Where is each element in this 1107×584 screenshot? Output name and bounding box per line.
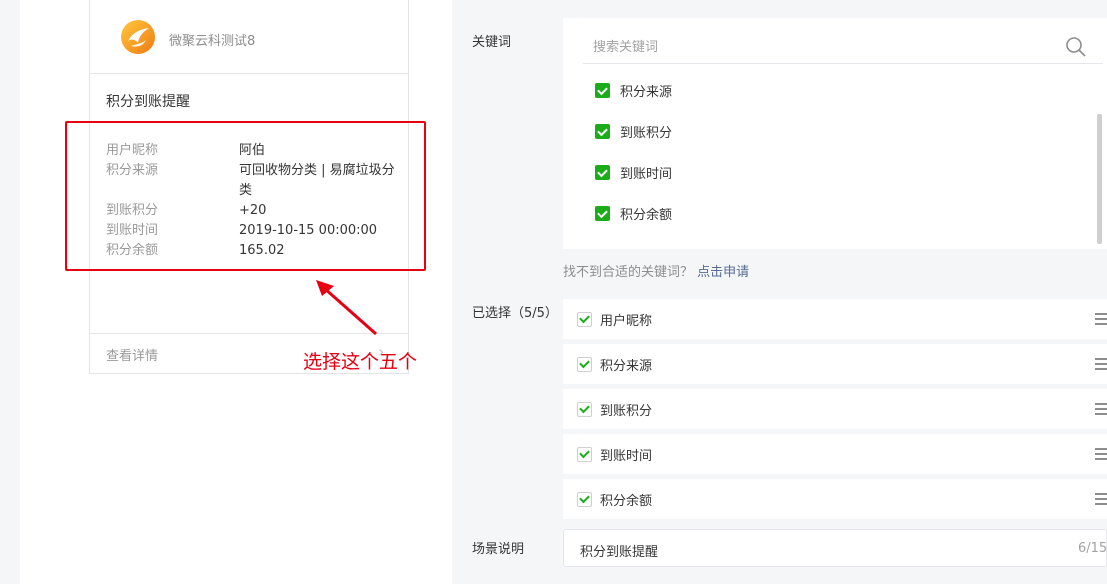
selected-item[interactable]: 积分来源	[563, 344, 1107, 384]
panel-pointer	[441, 26, 451, 42]
search-icon[interactable]	[1065, 36, 1087, 58]
scene-value: 积分到账提醒	[580, 545, 659, 560]
keyword-search	[583, 28, 1103, 64]
keyword-panel: 积分来源 到账积分 到账时间 积分余额	[563, 18, 1107, 249]
annotation-highlight-box	[65, 121, 426, 271]
selected-item[interactable]: 到账时间	[563, 434, 1107, 474]
keyword-hint: 找不到合适的关键词？ 点击申请	[563, 261, 749, 280]
keyword-item[interactable]: 积分余额	[595, 193, 672, 234]
keyword-label: 积分来源	[620, 85, 673, 100]
checkbox-checked-icon[interactable]	[577, 401, 592, 417]
checkbox-checked-icon[interactable]	[595, 83, 610, 98]
keyword-item[interactable]: 积分来源	[595, 70, 672, 111]
selected-item-label: 用户昵称	[600, 313, 653, 329]
message-title: 积分到账提醒	[106, 94, 190, 110]
checkbox-checked-icon[interactable]	[577, 356, 592, 372]
checkbox-checked-icon[interactable]	[577, 446, 592, 462]
checkbox-checked-icon[interactable]	[595, 206, 610, 221]
character-count: 6/15	[1078, 541, 1107, 556]
selected-item-label: 到账时间	[600, 448, 653, 464]
checkbox-checked-icon[interactable]	[577, 491, 592, 507]
scene-label: 场景说明	[472, 542, 525, 557]
checkbox-checked-icon[interactable]	[577, 311, 592, 327]
keyword-list: 积分来源 到账积分 到账时间 积分余额	[595, 70, 672, 234]
keyword-scrollbar[interactable]	[1097, 114, 1102, 244]
keyword-item[interactable]: 到账积分	[595, 111, 672, 152]
selected-item[interactable]: 积分余额	[563, 479, 1107, 519]
drag-handle-icon[interactable]	[1095, 448, 1107, 460]
selected-item[interactable]: 用户昵称	[563, 299, 1107, 339]
annotation-arrow-icon	[316, 280, 377, 336]
selected-item-label: 积分余额	[600, 493, 653, 509]
apply-keyword-link[interactable]: 点击申请	[697, 265, 749, 280]
selected-item-label: 积分来源	[600, 358, 653, 374]
keyword-label: 积分余额	[620, 208, 673, 223]
checkbox-checked-icon[interactable]	[595, 124, 610, 139]
keyword-label: 到账积分	[620, 126, 673, 141]
account-name: 微聚云科测试8	[169, 34, 256, 49]
account-logo-icon	[121, 20, 155, 54]
view-details-link[interactable]: 查看详情	[106, 345, 158, 364]
drag-handle-icon[interactable]	[1095, 313, 1107, 325]
annotation-text: 选择这个五个	[303, 351, 418, 373]
card-header: 微聚云科测试8	[90, 0, 408, 74]
selected-item-label: 到账积分	[600, 403, 653, 419]
drag-handle-icon[interactable]	[1095, 358, 1107, 370]
selected-item[interactable]: 到账积分	[563, 389, 1107, 429]
drag-handle-icon[interactable]	[1095, 403, 1107, 415]
drag-handle-icon[interactable]	[1095, 493, 1107, 505]
keyword-search-input[interactable]	[593, 32, 1053, 62]
hint-text: 找不到合适的关键词？	[563, 265, 694, 280]
checkbox-checked-icon[interactable]	[595, 165, 610, 180]
scene-description-input[interactable]: 积分到账提醒 6/15	[563, 529, 1107, 567]
selected-label: 已选择（5/5）	[472, 306, 558, 321]
keyword-item[interactable]: 到账时间	[595, 152, 672, 193]
keyword-label: 到账时间	[620, 167, 673, 182]
keywords-label: 关键词	[472, 35, 512, 50]
